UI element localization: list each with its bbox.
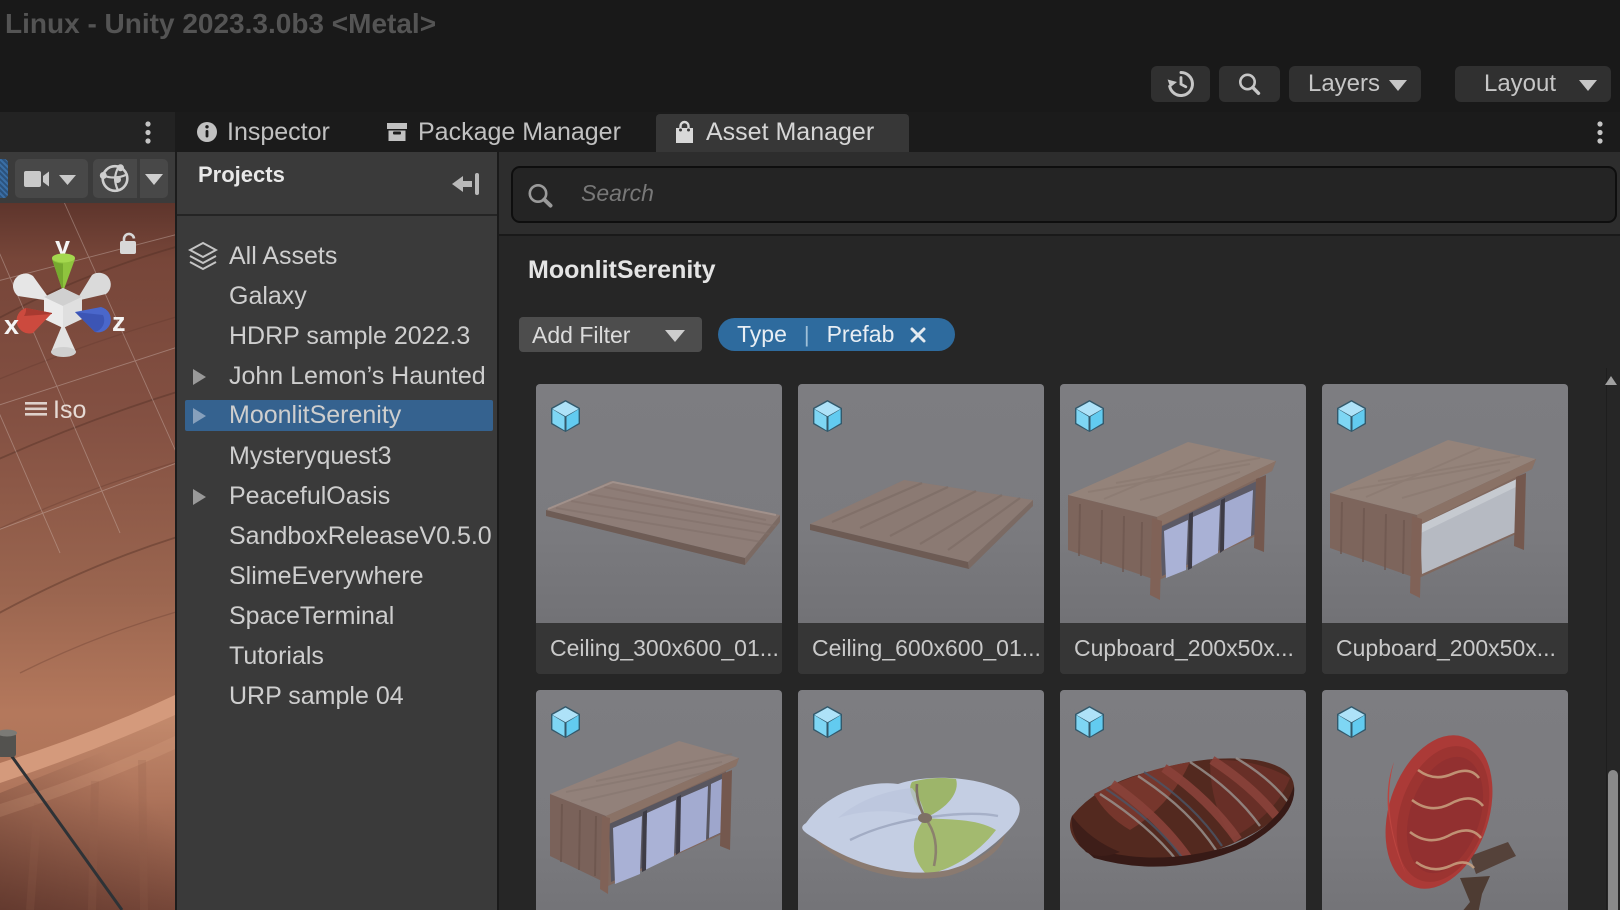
svg-text:z: z <box>112 307 126 337</box>
svg-text:x: x <box>4 310 19 340</box>
svg-text:Iso: Iso <box>53 396 86 424</box>
